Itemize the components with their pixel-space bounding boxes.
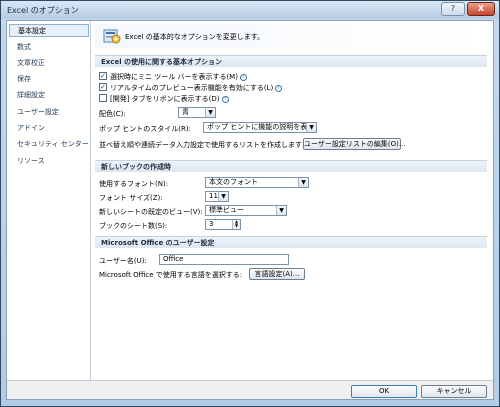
header-banner: Excel の基本的なオプションを変更します。 [95,24,487,48]
sheet-count-label: ブックのシート数(S): [99,222,168,230]
chevron-down-icon: ▼ [298,178,308,187]
info-icon: i [275,84,283,92]
cancel-button[interactable]: キャンセル [421,385,487,398]
chevron-down-icon: ▼ [218,192,228,201]
nav-item-formulas[interactable]: 数式 [9,41,89,54]
livepreview-label: リアルタイムのプレビュー表示機能を有効にする(L) i [110,83,283,93]
chevron-down-icon: ▼ [205,108,215,117]
nav-item-customize[interactable]: ユーザー設定 [9,106,89,119]
title-bar[interactable]: Excel のオプション ? X [1,1,499,19]
close-button[interactable]: X [467,2,495,16]
section-office-settings: Microsoft Office のユーザー設定 [95,236,487,248]
info-icon: i [221,95,229,103]
livepreview-checkbox[interactable]: ✓ [99,83,107,91]
banner-text: Excel の基本的なオプションを変更します。 [125,33,265,41]
chevron-down-icon: ▼ [306,123,316,132]
default-view-value: 標準ビュー [209,206,244,214]
sheet-count-spinner[interactable]: 3 ▲ ▼ [205,219,241,230]
font-label: 使用するフォント(N): [99,180,169,188]
minitoolbar-label: 選択時にミニ ツール バーを表示する(M) i [110,72,247,82]
chevron-down-icon: ▼ [276,206,286,215]
nav-item-proofing[interactable]: 文章校正 [9,57,89,70]
sheet-count-value: 3 [209,220,214,228]
color-scheme-value: 青 [182,108,189,116]
font-value: 本文のフォント [209,178,258,186]
ok-button[interactable]: OK [351,385,417,398]
font-size-label: フォント サイズ(Z): [99,194,163,202]
username-label: ユーザー名(U): [99,257,147,265]
nav-item-addins[interactable]: アドイン [9,122,89,135]
section-top-options: Excel の使用に関する基本オプション [95,55,487,67]
excel-options-window: Excel のオプション ? X 基本設定 数式 文章校正 保存 詳細設定 ユー… [0,0,500,407]
developer-tab-checkbox[interactable] [99,94,107,102]
language-label: Microsoft Office で使用する言語を選択する: [99,271,243,279]
color-scheme-label: 配色(C): [99,110,126,118]
tooltip-style-value: ポップ ヒントに機能の説明を表示する [207,123,317,131]
dialog-footer: OK キャンセル [7,380,493,399]
minitoolbar-checkbox[interactable]: ✓ [99,72,107,80]
help-button[interactable]: ? [441,2,465,16]
spinner-arrows-icon[interactable]: ▲ ▼ [232,220,240,229]
color-scheme-select[interactable]: 青 ▼ [178,107,216,118]
language-settings-button[interactable]: 言語設定(A)... [249,268,305,280]
default-view-label: 新しいシートの既定のビュー(V): [99,208,203,216]
tooltip-style-label: ポップ ヒントのスタイル(R): [99,125,191,133]
nav-item-trust-center[interactable]: セキュリティ センター [9,138,89,151]
options-content: Excel の基本的なオプションを変更します。 Excel の使用に関する基本オ… [93,22,489,380]
font-size-value: 11 [209,192,218,200]
font-select[interactable]: 本文のフォント ▼ [205,177,309,188]
developer-tab-label: [開発] タブをリボンに表示する(D) i [110,94,229,104]
username-input[interactable]: Office [159,254,289,265]
options-nav: 基本設定 数式 文章校正 保存 詳細設定 ユーザー設定 アドイン セキュリティ … [7,21,91,380]
custom-list-label: 並べ替え順や連続データ入力設定で使用するリストを作成します: [99,141,305,149]
options-icon [103,29,121,44]
nav-item-resources[interactable]: リソース [9,155,89,168]
info-icon: i [239,73,247,81]
nav-item-save[interactable]: 保存 [9,73,89,86]
default-view-select[interactable]: 標準ビュー ▼ [205,205,287,216]
dialog-body: 基本設定 数式 文章校正 保存 詳細設定 ユーザー設定 アドイン セキュリティ … [6,20,494,400]
nav-item-advanced[interactable]: 詳細設定 [9,89,89,102]
section-new-workbook: 新しいブックの作成時 [95,160,487,172]
tooltip-style-select[interactable]: ポップ ヒントに機能の説明を表示する ▼ [203,122,317,133]
nav-item-general[interactable]: 基本設定 [9,24,89,37]
edit-custom-lists-button[interactable]: ユーザー設定リストの編集(O)... [303,138,406,150]
font-size-select[interactable]: 11 ▼ [205,191,229,202]
window-title: Excel のオプション [7,6,79,15]
